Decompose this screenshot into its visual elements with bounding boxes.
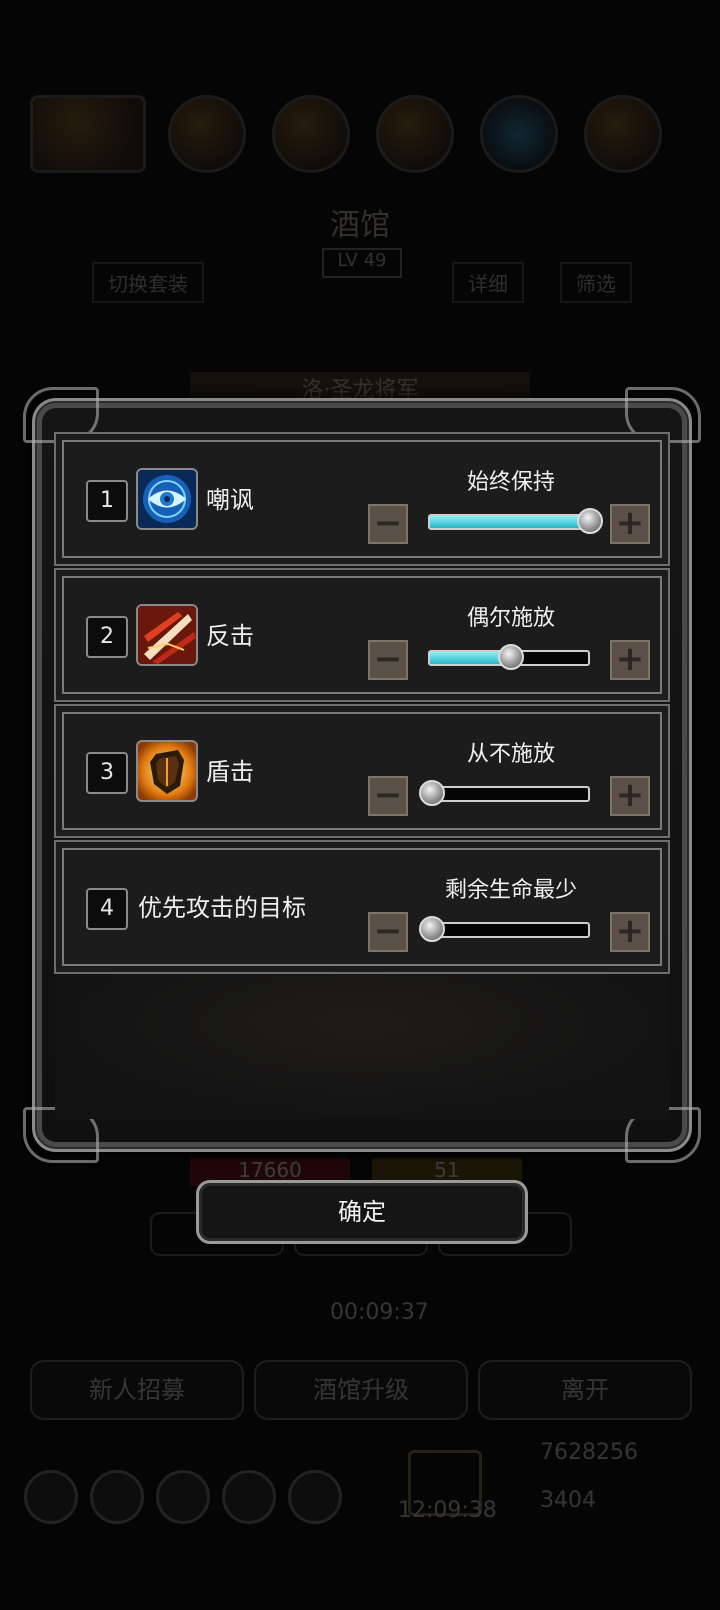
dialog-empty-area — [55, 959, 669, 1119]
top-icon-bar — [0, 95, 720, 175]
slider-fill — [430, 516, 588, 528]
tab-detail[interactable]: 详细 — [452, 262, 524, 303]
hero-icon-3 — [376, 95, 454, 173]
decrease-button[interactable]: − — [368, 912, 408, 952]
cast-mode-label: 从不施放 — [466, 742, 555, 767]
hero-name: 酒馆 — [330, 208, 390, 243]
hero-level: LV 49 — [322, 248, 402, 278]
tab-switch-equipment[interactable]: 切换套装 — [92, 262, 204, 303]
shield-icon — [136, 740, 198, 802]
menu-icon-1[interactable] — [24, 1470, 78, 1524]
skill-name: 盾击 — [206, 758, 254, 786]
menu-icon-2[interactable] — [90, 1470, 144, 1524]
decrease-button[interactable]: − — [368, 504, 408, 544]
skill-number: 2 — [86, 616, 128, 658]
skill-number: 1 — [86, 480, 128, 522]
menu-icon-4[interactable] — [222, 1470, 276, 1524]
decrease-button[interactable]: − — [368, 640, 408, 680]
cast-mode-label: 偶尔施放 — [466, 606, 555, 631]
gold-amount: 7628256 — [540, 1440, 638, 1465]
hero-icon-5 — [584, 95, 662, 173]
increase-button[interactable]: + — [610, 776, 650, 816]
leave-button[interactable]: 离开 — [478, 1360, 692, 1420]
increase-button[interactable]: + — [610, 912, 650, 952]
slider-knob[interactable] — [419, 780, 445, 806]
cast-frequency-slider[interactable] — [428, 508, 603, 534]
skill-number: 3 — [86, 752, 128, 794]
menu-icon-3[interactable] — [156, 1470, 210, 1524]
banner-icon — [30, 95, 146, 173]
menu-icon-5[interactable] — [288, 1470, 342, 1524]
clock: 12:09:38 — [398, 1498, 497, 1523]
tab-filter[interactable]: 筛选 — [560, 262, 632, 303]
slash-icon — [136, 604, 198, 666]
cast-frequency-slider[interactable] — [428, 644, 590, 670]
target-priority-row: 4 优先攻击的目标 剩余生命最少 − + — [54, 840, 670, 974]
slider-knob[interactable] — [577, 508, 603, 534]
row-number: 4 — [86, 888, 128, 930]
skill-row-3: 3 盾击 从不施放 − + — [54, 704, 670, 838]
target-mode-label: 剩余生命最少 — [444, 878, 577, 903]
upgrade-button[interactable]: 酒馆升级 — [254, 1360, 468, 1420]
gem-amount: 3404 — [540, 1488, 596, 1513]
increase-button[interactable]: + — [610, 504, 650, 544]
skill-name: 嘲讽 — [206, 486, 254, 514]
decrease-button[interactable]: − — [368, 776, 408, 816]
confirm-button[interactable]: 确定 — [196, 1180, 528, 1244]
cast-mode-label: 始终保持 — [466, 470, 555, 495]
cast-frequency-slider[interactable] — [419, 780, 590, 806]
hero-icon-2 — [272, 95, 350, 173]
slider-knob[interactable] — [498, 644, 524, 670]
recruit-button[interactable]: 新人招募 — [30, 1360, 244, 1420]
hero-icon-4 — [480, 95, 558, 173]
target-priority-slider[interactable] — [419, 916, 590, 942]
eye-icon — [136, 468, 198, 530]
countdown-timer: 00:09:37 — [330, 1300, 429, 1325]
skill-row-2: 2 反击 偶尔施放 − + — [54, 568, 670, 702]
hero-icon-1 — [168, 95, 246, 173]
target-priority-label: 优先攻击的目标 — [138, 894, 306, 922]
increase-button[interactable]: + — [610, 640, 650, 680]
skill-row-1: 1 嘲讽 始终保持 − + — [54, 432, 670, 566]
skill-name: 反击 — [206, 622, 254, 650]
slider-knob[interactable] — [419, 916, 445, 942]
